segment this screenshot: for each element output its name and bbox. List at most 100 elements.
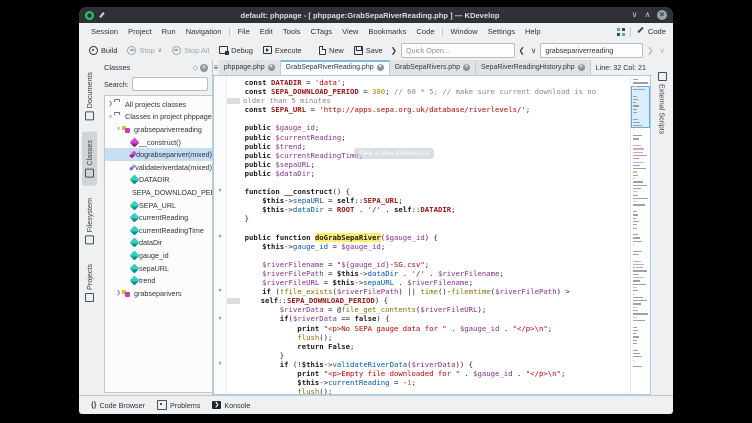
tree-chevron-icon[interactable]: ∨ bbox=[115, 126, 122, 132]
sidebar-tab-projects[interactable]: Projects bbox=[82, 256, 97, 310]
editor-tab-grabsepariverreading-php[interactable]: GrabSepaRiverReading.php× bbox=[281, 60, 390, 75]
menu-item-view[interactable]: View bbox=[337, 27, 363, 36]
main-area: Documents Classes Filesystem Projects Class… bbox=[79, 60, 673, 395]
code-area[interactable]: const DATADIR = 'data'; const SEPA_DOWNL… bbox=[227, 76, 630, 394]
code-line: return False; bbox=[227, 342, 630, 351]
menu-item-bookmarks[interactable]: Bookmarks bbox=[363, 27, 411, 36]
bottombar-button-konsole[interactable]: ❯Konsole bbox=[208, 398, 254, 412]
code-area-label[interactable]: Code bbox=[648, 27, 666, 36]
property-icon bbox=[130, 263, 140, 273]
minimap-line bbox=[633, 310, 638, 311]
maximize-button[interactable]: ∧ bbox=[641, 7, 654, 23]
menu-item-window[interactable]: Window bbox=[446, 27, 483, 36]
tree-item-trend[interactable]: trend bbox=[105, 274, 212, 287]
tree-item-label: currentReading bbox=[139, 213, 188, 222]
bottombar-button-code-browser[interactable]: {}Code Browser bbox=[87, 398, 149, 412]
nav-back-dropdown[interactable]: ∨ bbox=[529, 46, 539, 55]
menu-item-code[interactable]: Code bbox=[411, 27, 439, 36]
tree-item-dograbsepariver-mixed[interactable]: dograbsepariver(mixed) bbox=[105, 148, 212, 161]
fold-arrow-icon[interactable]: ▼ bbox=[215, 315, 225, 324]
tree-chevron-icon[interactable]: ∨ bbox=[107, 114, 114, 120]
sidebar-tab-label: Classes bbox=[85, 140, 94, 166]
nav-forward-button[interactable]: ❯ bbox=[645, 46, 655, 55]
tree-item-gauge-id[interactable]: gauge_id bbox=[105, 249, 212, 262]
minimap-scrollbar[interactable] bbox=[630, 76, 650, 394]
menu-item-edit[interactable]: Edit bbox=[255, 27, 278, 36]
menu-item-navigation[interactable]: Navigation bbox=[181, 27, 227, 36]
nav-back-button[interactable]: ❮ bbox=[517, 46, 527, 55]
fold-arrow-icon[interactable]: ▼ bbox=[215, 187, 225, 196]
area-switcher-icon[interactable] bbox=[617, 28, 625, 36]
tree-item-grabsepariverreading[interactable]: ∨grabsepariverreading bbox=[105, 123, 212, 136]
new-button[interactable]: New bbox=[315, 43, 348, 58]
close-button[interactable]: × bbox=[657, 10, 667, 20]
minimap-line bbox=[633, 188, 641, 189]
sidebar-tab-classes[interactable]: Classes bbox=[82, 132, 97, 186]
code-line: public $dataDir; bbox=[227, 169, 630, 178]
stop-button[interactable]: Stop∨ bbox=[123, 43, 166, 58]
detach-panel-icon[interactable]: ◇ bbox=[191, 64, 200, 72]
tab-close-icon[interactable]: × bbox=[268, 64, 275, 71]
code-line: $this->dataDir = ROOT . '/' . self::DATA… bbox=[227, 205, 630, 214]
editor-body[interactable]: ▼ ▼ ▼ ▼ ▼ const DATADIR = 'data'; const SEPA… bbox=[213, 75, 651, 395]
left-dock-strip: Documents Classes Filesystem Projects bbox=[79, 60, 100, 395]
sidebar-tab-filesystem[interactable]: Filesystem bbox=[82, 190, 97, 252]
toolbar-overflow-button[interactable]: ❯ bbox=[389, 46, 399, 55]
editor-tab-label: GrabSepaRiverReading.php bbox=[286, 64, 374, 71]
tree-item-currentreading[interactable]: currentReading bbox=[105, 211, 212, 224]
menu-item-session[interactable]: Session bbox=[86, 27, 123, 36]
search-combo[interactable]: grabsepariverreading bbox=[540, 43, 643, 58]
tree-chevron-icon[interactable]: ❯ bbox=[107, 101, 114, 107]
save-button[interactable]: Save bbox=[350, 43, 387, 58]
menu-item-file[interactable]: File bbox=[232, 27, 254, 36]
tree-item-all-projects-classes[interactable]: ❯All projects classes bbox=[105, 98, 212, 111]
minimize-button[interactable]: ∨ bbox=[628, 7, 641, 23]
minimap-line bbox=[633, 244, 634, 245]
fold-margin[interactable]: ▼ ▼ ▼ ▼ ▼ bbox=[214, 76, 227, 394]
tab-close-icon[interactable]: × bbox=[578, 64, 585, 71]
minimap-line bbox=[633, 254, 639, 255]
bottombar-button-problems[interactable]: Problems bbox=[153, 398, 204, 412]
fold-arrow-icon[interactable]: ▼ bbox=[215, 287, 225, 296]
fold-arrow-icon[interactable]: ▼ bbox=[215, 233, 225, 242]
tree-item-sepa-url[interactable]: SEPA_URL bbox=[105, 199, 212, 212]
menu-item-run[interactable]: Run bbox=[157, 27, 181, 36]
build-button[interactable]: Build bbox=[85, 43, 121, 58]
menu-item-project[interactable]: Project bbox=[123, 27, 157, 36]
editor-tab-phppage-php[interactable]: phppage.php× bbox=[219, 60, 281, 75]
tree-item-grabseparivers[interactable]: ❯grabseparivers bbox=[105, 287, 212, 300]
menu-item-tools[interactable]: Tools bbox=[278, 27, 306, 36]
tree-item-construct[interactable]: __construct() bbox=[105, 136, 212, 149]
tree-item-datadir[interactable]: dataDir bbox=[105, 237, 212, 250]
tree-item-validateriverdata-mixed[interactable]: validateriverdata(mixed) bbox=[105, 161, 212, 174]
menu-item-help[interactable]: Help bbox=[520, 27, 546, 36]
code-line: const SEPA_URL = 'http://apps.sepa.org.u… bbox=[227, 105, 630, 114]
tab-close-icon[interactable]: × bbox=[463, 64, 470, 71]
tree-item-datadir[interactable]: DATADIR bbox=[105, 174, 212, 187]
execute-button[interactable]: Execute bbox=[259, 43, 306, 58]
tree-item-label: dograbsepariver(mixed) bbox=[136, 150, 212, 159]
quick-open-input[interactable]: Quick Open... bbox=[401, 43, 515, 58]
menu-item-ctags[interactable]: CTags bbox=[306, 27, 338, 36]
tree-item-classes-in-project-phppage[interactable]: ∨Classes in project phppage bbox=[105, 111, 212, 124]
classes-search-input[interactable] bbox=[132, 77, 208, 91]
editor-tab-separiverreadinghistory-php[interactable]: SepaRiverReadingHistory.php× bbox=[476, 60, 591, 75]
sidebar-tab-documents[interactable]: Documents bbox=[82, 64, 97, 128]
sidebar-tab-external-scripts[interactable]: External Scripts bbox=[655, 66, 670, 140]
code-line: public $gauge_id; bbox=[227, 123, 630, 132]
tab-close-icon[interactable]: × bbox=[377, 64, 384, 71]
tree-item-sepa-download-period[interactable]: SEPA_DOWNLOAD_PERIOD bbox=[105, 186, 212, 199]
tree-chevron-icon[interactable]: ❯ bbox=[115, 290, 122, 296]
titlebar[interactable]: default: phppage - [ phppage:GrabSepaRiv… bbox=[79, 7, 673, 23]
nav-forward-dropdown[interactable]: ∨ bbox=[658, 46, 668, 55]
stop-all-button[interactable]: Stop All bbox=[168, 43, 213, 58]
editor-tab-grabseparivers-php[interactable]: GrabSepaRivers.php× bbox=[390, 60, 476, 75]
debug-button[interactable]: Debug bbox=[215, 43, 257, 58]
tree-item-sepaurl[interactable]: sepaURL bbox=[105, 262, 212, 275]
fold-arrow-icon[interactable]: ▼ bbox=[215, 360, 225, 369]
property-icon bbox=[130, 276, 140, 286]
minimap-line bbox=[633, 165, 640, 166]
menu-item-settings[interactable]: Settings bbox=[483, 27, 520, 36]
tree-item-currentreadingtime[interactable]: currentReadingTime bbox=[105, 224, 212, 237]
close-panel-icon[interactable]: × bbox=[200, 64, 208, 72]
